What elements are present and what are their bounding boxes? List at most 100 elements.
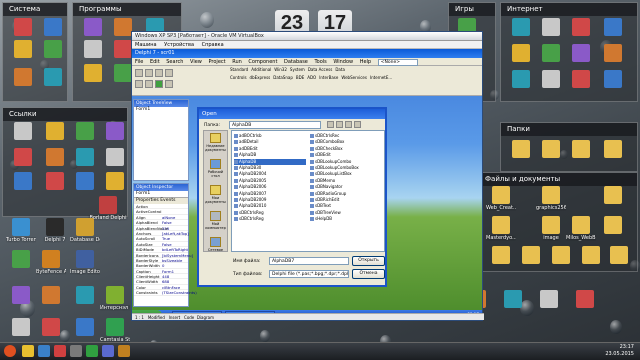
- desktop-shortcut[interactable]: [534, 290, 564, 308]
- tab-properties[interactable]: Properties: [136, 198, 159, 203]
- desktop-shortcut[interactable]: [38, 18, 68, 36]
- desktop-shortcut[interactable]: [36, 286, 66, 304]
- media-icon[interactable]: [54, 345, 66, 357]
- filename-input[interactable]: AlphaDB7: [269, 257, 349, 265]
- desktop-shortcut[interactable]: [38, 40, 68, 58]
- desktop-shortcut[interactable]: [100, 172, 130, 190]
- menu-help[interactable]: Справка: [202, 42, 224, 48]
- tab-events[interactable]: Events: [160, 198, 175, 203]
- new-folder-icon[interactable]: [345, 121, 352, 128]
- desktop-icon-studio[interactable]: Интерснэл Студия: [100, 286, 130, 311]
- desktop-shortcut[interactable]: [598, 186, 628, 204]
- app-icon[interactable]: [102, 345, 114, 357]
- desktop-shortcut[interactable]: [566, 70, 596, 88]
- menu-view[interactable]: View: [190, 59, 202, 65]
- place-computer[interactable]: Мой компьютер: [204, 211, 227, 235]
- desktop-shortcut[interactable]: [6, 318, 36, 336]
- back-icon[interactable]: [327, 121, 334, 128]
- component-combo[interactable]: <None>: [377, 59, 418, 66]
- desktop-shortcut[interactable]: [40, 122, 70, 140]
- desktop-shortcut[interactable]: [100, 148, 130, 166]
- palette-tab[interactable]: InternetE...: [370, 75, 392, 80]
- desktop-folder-masterdyo[interactable]: Masterdyo...: [486, 216, 516, 241]
- view-form-icon[interactable]: [145, 80, 153, 88]
- desktop-shortcut[interactable]: [566, 44, 596, 62]
- treeview-item[interactable]: Form1: [134, 107, 188, 113]
- menu-database[interactable]: Database: [284, 59, 308, 65]
- desktop-shortcut[interactable]: [36, 318, 66, 336]
- menu-project[interactable]: Project: [209, 59, 226, 65]
- desktop-shortcut[interactable]: [536, 18, 566, 36]
- menu-window[interactable]: Window: [333, 59, 353, 65]
- palette-tab[interactable]: System: [290, 67, 305, 72]
- property-row[interactable]: Constraints (TSizeConstraints): [134, 290, 197, 296]
- open-icon[interactable]: [145, 69, 153, 77]
- desktop-shortcut[interactable]: [70, 318, 100, 336]
- desktop-shortcut[interactable]: [604, 246, 634, 264]
- desktop-shortcut[interactable]: [506, 18, 536, 36]
- desktop-shortcut[interactable]: [8, 40, 38, 58]
- cancel-button[interactable]: Отмена: [352, 269, 385, 279]
- desktop-shortcut[interactable]: [598, 216, 628, 234]
- desktop-shortcut[interactable]: [598, 140, 628, 158]
- desktop-shortcut[interactable]: [100, 122, 130, 140]
- palette-tab[interactable]: Additional: [251, 67, 271, 72]
- palette-tab[interactable]: InterBase: [319, 75, 338, 80]
- start-orb-icon[interactable]: [4, 345, 16, 357]
- desktop-shortcut[interactable]: [506, 44, 536, 62]
- filetype-select[interactable]: Delphi file (*.pas;*.bpg;*.dpr;*.dpk;*.d…: [269, 270, 349, 278]
- object-treeview[interactable]: Object TreeView Form1: [133, 99, 189, 181]
- desktop-icon-camtasia[interactable]: Camtasia Studio 7: [100, 318, 130, 343]
- status-code-tab[interactable]: Code: [184, 315, 194, 320]
- desktop-shortcut[interactable]: [498, 290, 528, 308]
- menu-component[interactable]: Component: [248, 59, 277, 65]
- desktop-folder-image[interactable]: image: [536, 216, 566, 241]
- desktop-shortcut[interactable]: [536, 44, 566, 62]
- menu-run[interactable]: Run: [232, 59, 242, 65]
- look-in-select[interactable]: AlphaDB: [229, 121, 321, 129]
- desktop-shortcut[interactable]: [70, 122, 100, 140]
- desktop-shortcut[interactable]: [6, 250, 36, 268]
- folder-icon[interactable]: [22, 345, 34, 357]
- inspector-selected[interactable]: Form1: [134, 191, 188, 198]
- app-icon[interactable]: [70, 345, 82, 357]
- desktop-shortcut[interactable]: [546, 246, 576, 264]
- file-item[interactable]: sDBCtrlsReg: [234, 216, 306, 222]
- save-all-icon[interactable]: [165, 69, 173, 77]
- menu-file[interactable]: File: [135, 59, 143, 65]
- menu-machine[interactable]: Машина: [135, 42, 157, 48]
- desktop-shortcut[interactable]: [8, 148, 38, 166]
- desktop-shortcut[interactable]: [566, 18, 596, 36]
- desktop-shortcut[interactable]: [598, 44, 628, 62]
- desktop-shortcut[interactable]: [516, 246, 546, 264]
- palette-tab[interactable]: WebServices: [341, 75, 367, 80]
- desktop-shortcut[interactable]: [570, 290, 600, 308]
- open-button[interactable]: Открыть: [352, 256, 385, 266]
- palette-tab[interactable]: Data Access: [308, 67, 333, 72]
- desktop-shortcut[interactable]: [8, 18, 38, 36]
- desktop-shortcut[interactable]: [78, 64, 108, 82]
- place-recent[interactable]: Недавние документы: [204, 133, 227, 157]
- menu-help[interactable]: Help: [360, 59, 371, 65]
- desktop-icon-delphi7[interactable]: Delphi 7: [40, 218, 70, 243]
- desktop-shortcut[interactable]: [70, 172, 100, 190]
- desktop-icon-turbo-torrent[interactable]: Turbo Torrent: [6, 218, 36, 243]
- app-icon[interactable]: [118, 345, 130, 357]
- file-list[interactable]: adBOCtrlsb adBDetail adDBEdit AlphaDB AlphaD…: [231, 130, 385, 252]
- desktop-icon-image-editor[interactable]: Image Editor: [70, 250, 100, 275]
- new-icon[interactable]: [135, 69, 143, 77]
- desktop-shortcut[interactable]: [598, 70, 628, 88]
- pause-icon[interactable]: [165, 80, 173, 88]
- run-icon[interactable]: [155, 80, 163, 88]
- desktop-icon-database-desktop[interactable]: Database Desktop: [70, 218, 100, 243]
- browser-icon[interactable]: [38, 345, 50, 357]
- desktop-folder-graphics[interactable]: graphics256: [536, 186, 566, 211]
- desktop-shortcut[interactable]: [8, 68, 38, 86]
- place-network[interactable]: Сетевое: [204, 237, 227, 261]
- desktop-shortcut[interactable]: [506, 70, 536, 88]
- place-documents[interactable]: Мои документы: [204, 185, 227, 209]
- palette-tab[interactable]: Standard: [230, 67, 248, 72]
- xp-guest-screen[interactable]: Delphi 7 - scr01 File Edit Search View P…: [132, 49, 482, 320]
- palette-tab[interactable]: DataSnap: [273, 75, 293, 80]
- view-menu-icon[interactable]: [354, 121, 361, 128]
